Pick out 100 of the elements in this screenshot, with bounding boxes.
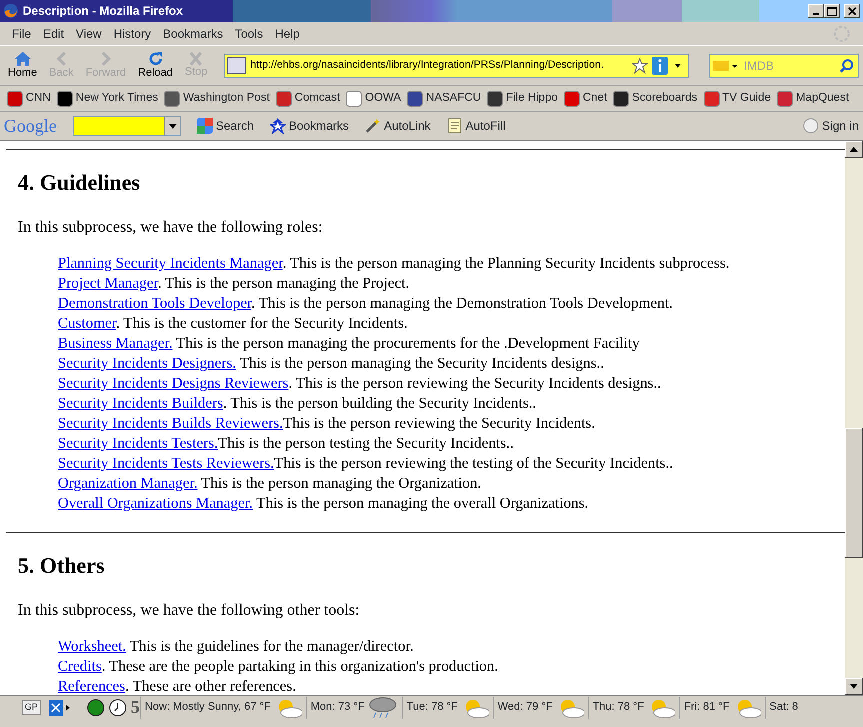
role-link[interactable]: Security Incidents Designers.	[58, 355, 236, 372]
role-link[interactable]: Demonstration Tools Developer	[58, 295, 252, 312]
section-heading: 5. Others	[18, 553, 106, 579]
circle-icon	[803, 118, 820, 134]
gp-button[interactable]: GP	[22, 700, 42, 716]
weather-label: Sat: 8	[770, 700, 798, 716]
reload-button[interactable]: Reload	[134, 50, 178, 80]
dropdown-button[interactable]	[164, 117, 180, 135]
role-link[interactable]: Organization Manager.	[58, 475, 198, 492]
menu-item[interactable]: Bookmarks	[157, 20, 230, 46]
bookmark-link[interactable]: MapQuest	[774, 90, 852, 108]
dropdown-arrow-icon[interactable]	[672, 62, 684, 68]
role-link[interactable]: Credits	[58, 658, 102, 675]
star-icon[interactable]	[632, 58, 648, 74]
role-link[interactable]: Customer	[58, 315, 116, 332]
role-link[interactable]: Business Manager.	[58, 335, 173, 352]
menu-item[interactable]: Edit	[37, 20, 70, 46]
site-icon	[564, 90, 580, 106]
list-entry: Demonstration Tools Developer. This is the person managing the Demonstration Tools Development.	[58, 294, 674, 314]
bookmark-link[interactable]: New York Times	[54, 90, 162, 108]
page-icon	[226, 56, 247, 74]
weather-label: Mon: 73 °F	[310, 700, 365, 716]
firefox-logo-icon	[3, 3, 19, 19]
menu-item[interactable]: Tools	[229, 20, 270, 46]
search-field[interactable]: IMDB	[744, 56, 836, 74]
site-icon	[164, 90, 180, 106]
form-icon	[446, 118, 463, 134]
bookmark-link[interactable]: Cnet	[561, 90, 610, 108]
role-link[interactable]: Overall Organizations Manager.	[58, 495, 253, 512]
bookmark-link[interactable]: TV Guide	[700, 90, 774, 108]
menu-item[interactable]: View	[70, 20, 108, 46]
weather-label: Thu: 78 °F	[592, 700, 644, 716]
section-heading: 4. Guidelines	[18, 170, 142, 196]
role-link[interactable]: Security Incidents Tests Reviewers.	[58, 455, 274, 472]
weather-label: Tue: 78 °F	[406, 700, 458, 716]
role-link[interactable]: Security Incidents Builds Reviewers.	[58, 415, 284, 432]
weather-label: Now: Mostly Sunny, 67 °F	[145, 700, 271, 716]
list-entry: References. These are other references.	[58, 677, 298, 695]
paragraph: In this subprocess, we have the following roles:	[18, 218, 324, 238]
toolbar-button[interactable]: AutoLink	[365, 117, 431, 135]
minimize-button[interactable]	[808, 4, 824, 18]
site-icon	[777, 90, 794, 106]
home-button[interactable]: Home	[4, 50, 42, 80]
menu-item[interactable]: History	[108, 20, 158, 46]
info-icon[interactable]	[652, 56, 668, 74]
role-link[interactable]: Security Incidents Builders	[58, 395, 224, 412]
bookmark-link[interactable]: File Hippo	[484, 90, 561, 108]
toolbar-button[interactable]: Bookmarks	[270, 117, 350, 135]
role-link[interactable]: Planning Security Incidents Manager	[58, 255, 283, 272]
caret-icon	[168, 124, 176, 128]
role-link[interactable]: Worksheet.	[58, 638, 126, 655]
bookmark-link[interactable]: Scoreboards	[610, 90, 701, 108]
paragraph: In this subprocess, we have the following other tools:	[18, 601, 361, 621]
bookmark-link[interactable]: OOWA	[343, 90, 404, 108]
bookmark-link[interactable]: Washington Post	[161, 90, 273, 108]
menu-item[interactable]: Help	[269, 20, 306, 46]
site-icon	[487, 90, 504, 106]
site-icon	[613, 90, 630, 106]
clock-icon	[109, 698, 128, 716]
google-logo: Google	[4, 114, 57, 138]
maximize-button[interactable]	[824, 4, 840, 18]
scrollbar-thumb[interactable]	[845, 428, 863, 558]
close-button[interactable]	[844, 4, 860, 18]
toolbar-button[interactable]: Sign in	[803, 117, 859, 135]
list-entry: Security Incidents Builders. This is the person building the Security Incidents..	[58, 394, 538, 414]
home-icon	[14, 50, 32, 67]
search-icon[interactable]	[840, 58, 854, 72]
list-entry: Project Manager. This is the person managing the Project.	[58, 274, 410, 294]
bookmark-link[interactable]: NASAFCU	[404, 90, 484, 108]
throbber-icon	[833, 24, 851, 43]
site-icon	[346, 90, 362, 106]
scroll-down-button[interactable]	[845, 678, 863, 695]
up-arrow-icon	[850, 147, 858, 152]
role-link[interactable]: Project Manager	[58, 275, 158, 292]
role-link[interactable]: Security Incidents Designs Reviewers	[58, 375, 289, 392]
address-field[interactable]: http://ehbs.org/nasaincidents/library/Integration/PRSs/Planning/Description.	[250, 58, 628, 74]
weather-label: Fri: 81 °F	[684, 700, 730, 716]
list-entry: Security Incidents Builds Reviewers.This is the person reviewing the Security Incidents.	[58, 414, 596, 434]
scroll-up-button[interactable]	[845, 141, 863, 158]
list-entry: Overall Organizations Manager. This is the person managing the overall Organizations.	[58, 494, 590, 514]
role-link[interactable]: References	[58, 678, 126, 695]
site-icon	[7, 90, 23, 106]
address-bar[interactable]: http://ehbs.org/nasaincidents/library/Integration/PRSs/Planning/Description.	[224, 54, 689, 78]
toolbar-button[interactable]: AutoFill	[446, 117, 506, 135]
site-icon	[407, 90, 424, 106]
role-link[interactable]: Security Incidents Testers.	[58, 435, 218, 452]
list-entry: Security Incidents Designs Reviewers. This is the person reviewing the Security Incidents designs..	[58, 374, 662, 394]
bookmark-link[interactable]: Comcast	[272, 90, 344, 108]
bookmark-link[interactable]: CNN	[4, 90, 54, 108]
reload-icon	[146, 50, 165, 67]
maximize-icon	[827, 6, 837, 16]
list-entry: Organization Manager. This is the person managing the Organization.	[58, 474, 482, 494]
list-entry: Security Incidents Testers.This is the person testing the Security Incidents..	[58, 434, 515, 454]
toolbar-button[interactable]: Search	[197, 117, 254, 135]
search-field[interactable]	[73, 116, 181, 136]
list-entry: Security Incidents Tests Reviewers.This is the person reviewing the testing of the Security Incidents..	[58, 454, 674, 474]
search-bar[interactable]: IMDB	[709, 54, 859, 78]
menu-item[interactable]: File	[6, 20, 38, 46]
close-icon	[848, 6, 856, 16]
down-arrow-icon	[850, 684, 858, 689]
